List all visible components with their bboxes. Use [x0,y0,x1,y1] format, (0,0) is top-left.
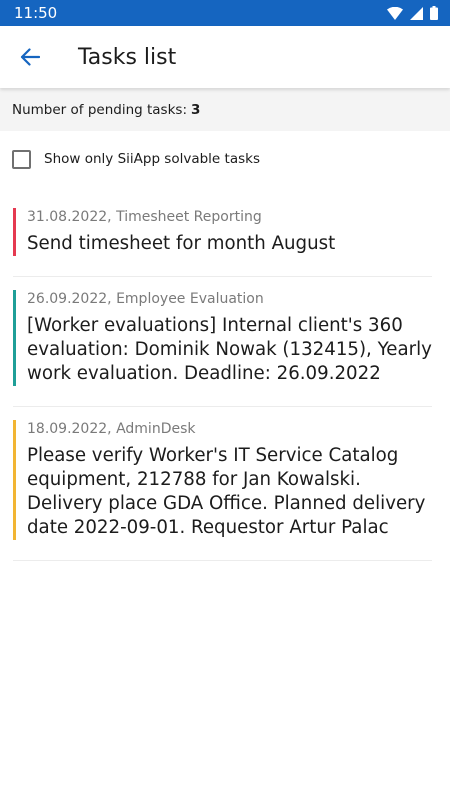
task-priority-bar [13,208,16,256]
pending-tasks-summary: Number of pending tasks: 3 [0,88,450,131]
status-bar: 11:50 [0,0,450,26]
task-item[interactable]: 26.09.2022, Employee Evaluation [Worker … [13,290,432,407]
solvable-filter-row[interactable]: Show only SiiApp solvable tasks [0,131,450,187]
task-category: Timesheet Reporting [116,209,262,225]
signal-icon [410,6,423,20]
task-body: 31.08.2022, Timesheet Reporting Send tim… [27,208,432,256]
task-item[interactable]: 31.08.2022, Timesheet Reporting Send tim… [13,208,432,277]
task-date: 26.09.2022 [27,291,108,307]
back-button[interactable] [0,26,60,88]
task-priority-bar [13,290,16,386]
solvable-filter-label[interactable]: Show only SiiApp solvable tasks [44,151,260,167]
task-description: [Worker evaluations] Internal client's 3… [27,315,432,384]
task-body: 18.09.2022, AdminDesk Please verify Work… [27,420,432,540]
task-meta: 18.09.2022, AdminDesk [27,421,196,437]
status-icons [387,6,438,20]
pending-tasks-label: Number of pending tasks: [12,101,187,118]
task-description: Send timesheet for month August [27,233,336,254]
status-time: 11:50 [14,4,58,22]
solvable-filter-checkbox[interactable] [12,149,31,169]
app-bar: Tasks list [0,26,450,88]
page-title: Tasks list [78,44,177,70]
task-meta: 26.09.2022, Employee Evaluation [27,291,264,307]
task-category: AdminDesk [116,421,196,437]
task-date: 18.09.2022 [27,421,108,437]
task-item[interactable]: 18.09.2022, AdminDesk Please verify Work… [13,420,432,561]
task-date: 31.08.2022 [27,209,108,225]
task-description: Please verify Worker's IT Service Catalo… [27,445,426,538]
task-category: Employee Evaluation [116,291,264,307]
wifi-icon [387,6,403,20]
pending-tasks-count: 3 [191,101,201,118]
task-list: 31.08.2022, Timesheet Reporting Send tim… [0,208,450,561]
task-meta: 31.08.2022, Timesheet Reporting [27,209,262,225]
task-priority-bar [13,420,16,540]
task-body: 26.09.2022, Employee Evaluation [Worker … [27,290,432,386]
arrow-left-icon [20,48,40,66]
battery-icon [430,6,438,20]
